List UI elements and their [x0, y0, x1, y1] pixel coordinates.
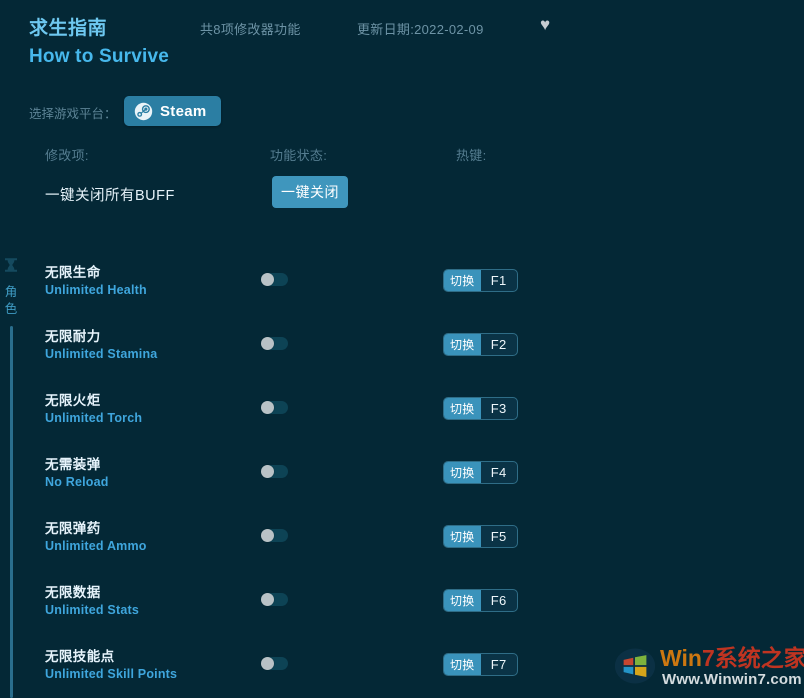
cheat-hotkey-button[interactable]: 切换 F7 [443, 653, 518, 676]
cheat-row: 无限火炬 Unlimited Torch 切换 F3 [0, 384, 804, 448]
cheat-hotkey-button[interactable]: 切换 F5 [443, 525, 518, 548]
cheat-toggle-switch[interactable] [261, 273, 288, 286]
column-header-status: 功能状态: [270, 148, 328, 163]
app-header: 求生指南 How to Survive 共8项修改器功能 更新日期:2022-0… [0, 0, 804, 88]
cheat-hotkey-action: 切换 [444, 334, 481, 355]
cheat-hotkey-key: F7 [490, 657, 507, 672]
cheat-name-en: Unlimited Stats [45, 603, 139, 617]
cheat-toggle-knob [261, 273, 274, 286]
cheat-toggle-knob [261, 337, 274, 350]
cheat-hotkey-button[interactable]: 切换 F6 [443, 589, 518, 612]
cheat-hotkey-button[interactable]: 切换 F2 [443, 333, 518, 356]
cheat-hotkey-button[interactable]: 切换 F1 [443, 269, 518, 292]
steam-icon [134, 102, 153, 120]
cheat-name-cn: 无限数据 [45, 585, 101, 600]
cheat-names: 无需装弹 No Reload [45, 456, 109, 491]
cheat-row: 无限生命 Unlimited Health 切换 F1 [0, 256, 804, 320]
page-title-en: How to Survive [29, 46, 170, 67]
favorite-heart-icon[interactable]: ♥ [536, 16, 554, 34]
cheat-toggle-switch[interactable] [261, 657, 288, 670]
platform-button-label: Steam [160, 102, 207, 120]
cheat-names: 无限耐力 Unlimited Stamina [45, 328, 157, 363]
update-date-label: 更新日期:2022-02-09 [357, 22, 484, 37]
onekey-disable-row: 一键关闭所有BUFF 一键关闭 [0, 176, 804, 218]
cheat-toggle-knob [261, 401, 274, 414]
cheat-name-cn: 无限火炬 [45, 393, 101, 408]
cheat-names: 无限火炬 Unlimited Torch [45, 392, 142, 427]
cheat-hotkey-button[interactable]: 切换 F4 [443, 461, 518, 484]
cheat-hotkey-action: 切换 [444, 526, 481, 547]
cheat-list: 无限生命 Unlimited Health 切换 F1 无限耐力 Unlimited St… [0, 256, 804, 698]
feature-count-label: 共8项修改器功能 [200, 22, 301, 37]
cheat-hotkey-key: F1 [490, 273, 507, 288]
cheat-toggle-switch[interactable] [261, 337, 288, 350]
onekey-disable-label: 一键关闭所有BUFF [45, 188, 175, 204]
cheat-toggle-switch[interactable] [261, 529, 288, 542]
cheat-hotkey-key: F4 [490, 465, 507, 480]
cheat-toggle-knob [261, 657, 274, 670]
cheat-hotkey-button[interactable]: 切换 F3 [443, 397, 518, 420]
cheat-name-cn: 无限生命 [45, 265, 101, 280]
cheat-toggle-switch[interactable] [261, 593, 288, 606]
cheat-names: 无限数据 Unlimited Stats [45, 584, 139, 619]
cheat-toggle-switch[interactable] [261, 465, 288, 478]
cheat-hotkey-action: 切换 [444, 462, 481, 483]
platform-selector-row: 选择游戏平台： Steam [0, 96, 804, 130]
platform-button-steam[interactable]: Steam [124, 96, 221, 126]
cheat-row: 无需装弹 No Reload 切换 F4 [0, 448, 804, 512]
cheat-hotkey-key: F2 [490, 337, 507, 352]
column-header-hotkey: 热键: [456, 148, 487, 163]
cheat-name-en: Unlimited Ammo [45, 539, 147, 553]
cheat-hotkey-action: 切换 [444, 270, 481, 291]
cheat-name-cn: 无限耐力 [45, 329, 101, 344]
cheat-toggle-knob [261, 593, 274, 606]
cheat-toggle-switch[interactable] [261, 401, 288, 414]
cheat-names: 无限弹药 Unlimited Ammo [45, 520, 147, 555]
cheat-name-cn: 无限技能点 [45, 649, 115, 664]
cheat-hotkey-action: 切换 [444, 398, 481, 419]
onekey-disable-button[interactable]: 一键关闭 [272, 176, 348, 208]
cheat-name-en: Unlimited Skill Points [45, 667, 178, 681]
column-header-option: 修改项: [45, 148, 89, 163]
cheat-name-cn: 无限弹药 [45, 521, 101, 536]
cheat-names: 无限生命 Unlimited Health [45, 264, 147, 299]
cheat-hotkey-key: F3 [490, 401, 507, 416]
platform-label: 选择游戏平台： [29, 107, 117, 121]
cheat-toggle-knob [261, 465, 274, 478]
cheat-name-en: Unlimited Health [45, 283, 147, 297]
column-headers: 修改项: 功能状态: 热键: [0, 145, 804, 165]
cheat-name-en: Unlimited Torch [45, 411, 143, 425]
cheat-hotkey-key: F6 [490, 593, 507, 608]
cheat-name-cn: 无需装弹 [45, 457, 101, 472]
cheat-hotkey-action: 切换 [444, 654, 481, 675]
page-title-cn: 求生指南 [29, 18, 108, 39]
cheat-row: 无限数据 Unlimited Stats 切换 F6 [0, 576, 804, 640]
cheat-names: 无限技能点 Unlimited Skill Points [45, 648, 177, 683]
cheat-row: 无限技能点 Unlimited Skill Points 切换 F7 [0, 640, 804, 698]
cheat-name-en: No Reload [45, 475, 109, 489]
cheat-name-en: Unlimited Stamina [45, 347, 158, 361]
cheat-row: 无限耐力 Unlimited Stamina 切换 F2 [0, 320, 804, 384]
cheat-row: 无限弹药 Unlimited Ammo 切换 F5 [0, 512, 804, 576]
cheat-hotkey-key: F5 [490, 529, 507, 544]
cheat-hotkey-action: 切换 [444, 590, 481, 611]
cheat-toggle-knob [261, 529, 274, 542]
